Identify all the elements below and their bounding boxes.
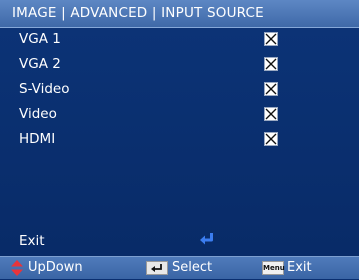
source-row-video[interactable]: Video [0,102,359,127]
checked-x-icon [265,83,277,95]
source-checkbox-video[interactable] [264,107,278,121]
exit-row[interactable]: Exit [0,229,359,253]
enter-arrow-icon [199,231,215,250]
source-row-vga1[interactable]: VGA 1 [0,27,359,52]
source-checkbox-hdmi[interactable] [264,132,278,146]
source-label: Video [19,106,57,122]
checked-x-icon [265,133,277,145]
source-label: S-Video [19,81,70,97]
exit-label: Exit [19,233,45,249]
select-label: Select [172,260,213,275]
enter-key-icon [146,261,168,275]
checked-x-icon [265,58,277,70]
source-label: HDMI [19,131,56,147]
checked-x-icon [265,33,277,45]
source-row-vga2[interactable]: VGA 2 [0,52,359,77]
footer-exit-label: Exit [287,260,312,275]
hint-select: Select [146,260,236,276]
input-source-list: VGA 1 VGA 2 S-Video Video HDMI [0,27,359,152]
osd-menu: IMAGE | ADVANCED | INPUT SOURCE VGA 1 VG… [0,0,359,279]
hint-updown: UpDown [10,260,120,276]
checked-x-icon [265,108,277,120]
source-checkbox-vga2[interactable] [264,57,278,71]
menu-key-icon: Menu [262,261,285,275]
hint-exit: Menu Exit [262,260,342,276]
page-title: IMAGE | ADVANCED | INPUT SOURCE [12,5,264,21]
source-checkbox-vga1[interactable] [264,32,278,46]
updown-icon [10,260,24,280]
footer-hint-bar: UpDown Select Menu Exit [0,256,359,279]
source-label: VGA 1 [19,31,61,47]
updown-label: UpDown [28,260,83,275]
source-row-svideo[interactable]: S-Video [0,77,359,102]
source-row-hdmi[interactable]: HDMI [0,127,359,152]
title-bar: IMAGE | ADVANCED | INPUT SOURCE [0,0,359,28]
source-checkbox-svideo[interactable] [264,82,278,96]
source-label: VGA 2 [19,56,61,72]
